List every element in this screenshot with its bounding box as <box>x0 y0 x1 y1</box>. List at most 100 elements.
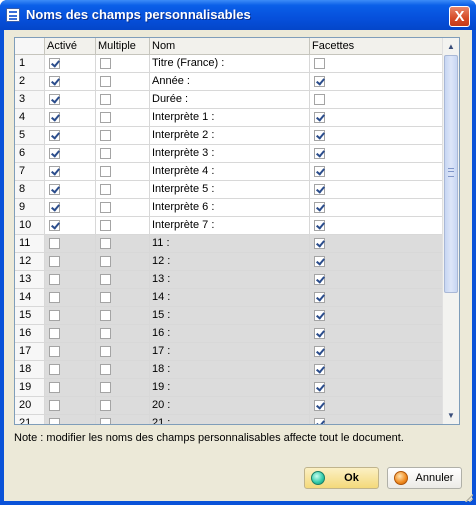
multiple-checkbox[interactable] <box>100 400 111 411</box>
multiple-checkbox[interactable] <box>100 220 111 231</box>
table-row[interactable]: 1 Titre (France) : <box>15 55 443 73</box>
ok-button[interactable]: Ok <box>304 467 379 489</box>
multiple-checkbox[interactable] <box>100 94 111 105</box>
field-name-cell[interactable]: Interprète 2 : <box>150 127 310 145</box>
field-name-cell[interactable]: 17 : <box>150 343 310 361</box>
field-name-cell[interactable]: 19 : <box>150 379 310 397</box>
facettes-checkbox[interactable] <box>314 418 325 424</box>
table-row[interactable]: 14 14 : <box>15 289 443 307</box>
facettes-checkbox[interactable] <box>314 94 325 105</box>
table-row[interactable]: 11 11 : <box>15 235 443 253</box>
field-name-cell[interactable]: Titre (France) : <box>150 55 310 73</box>
table-row[interactable]: 8 Interprète 5 : <box>15 181 443 199</box>
facettes-checkbox[interactable] <box>314 202 325 213</box>
active-checkbox[interactable] <box>49 274 60 285</box>
field-name-cell[interactable]: 21 : <box>150 415 310 424</box>
header-active[interactable]: Activé <box>45 38 96 54</box>
multiple-checkbox[interactable] <box>100 382 111 393</box>
facettes-checkbox[interactable] <box>314 256 325 267</box>
facettes-checkbox[interactable] <box>314 184 325 195</box>
scroll-up-button[interactable]: ▲ <box>443 38 459 55</box>
multiple-checkbox[interactable] <box>100 346 111 357</box>
header-multiple[interactable]: Multiple <box>96 38 150 54</box>
field-name-cell[interactable]: 11 : <box>150 235 310 253</box>
facettes-checkbox[interactable] <box>314 274 325 285</box>
resize-grip-icon[interactable] <box>463 492 473 502</box>
multiple-checkbox[interactable] <box>100 76 111 87</box>
table-row[interactable]: 15 15 : <box>15 307 443 325</box>
header-name[interactable]: Nom <box>150 38 310 54</box>
header-number[interactable] <box>15 38 45 54</box>
table-row[interactable]: 16 16 : <box>15 325 443 343</box>
active-checkbox[interactable] <box>49 94 60 105</box>
vertical-scrollbar[interactable]: ▲ ▼ <box>442 38 459 424</box>
table-row[interactable]: 6 Interprète 3 : <box>15 145 443 163</box>
active-checkbox[interactable] <box>49 220 60 231</box>
field-name-cell[interactable]: Interprète 1 : <box>150 109 310 127</box>
field-name-cell[interactable]: Interprète 5 : <box>150 181 310 199</box>
facettes-checkbox[interactable] <box>314 238 325 249</box>
active-checkbox[interactable] <box>49 382 60 393</box>
close-button[interactable]: X <box>449 6 470 27</box>
multiple-checkbox[interactable] <box>100 256 111 267</box>
table-row[interactable]: 20 20 : <box>15 397 443 415</box>
table-row[interactable]: 3 Durée : <box>15 91 443 109</box>
active-checkbox[interactable] <box>49 256 60 267</box>
table-row[interactable]: 2 Année : <box>15 73 443 91</box>
active-checkbox[interactable] <box>49 346 60 357</box>
multiple-checkbox[interactable] <box>100 166 111 177</box>
active-checkbox[interactable] <box>49 202 60 213</box>
table-row[interactable]: 17 17 : <box>15 343 443 361</box>
table-row[interactable]: 4 Interprète 1 : <box>15 109 443 127</box>
table-row[interactable]: 13 13 : <box>15 271 443 289</box>
active-checkbox[interactable] <box>49 58 60 69</box>
active-checkbox[interactable] <box>49 184 60 195</box>
facettes-checkbox[interactable] <box>314 328 325 339</box>
multiple-checkbox[interactable] <box>100 328 111 339</box>
field-name-cell[interactable]: Année : <box>150 73 310 91</box>
facettes-checkbox[interactable] <box>314 310 325 321</box>
active-checkbox[interactable] <box>49 292 60 303</box>
field-name-cell[interactable]: 14 : <box>150 289 310 307</box>
facettes-checkbox[interactable] <box>314 148 325 159</box>
multiple-checkbox[interactable] <box>100 310 111 321</box>
active-checkbox[interactable] <box>49 400 60 411</box>
multiple-checkbox[interactable] <box>100 184 111 195</box>
cancel-button[interactable]: Annuler <box>387 467 462 489</box>
active-checkbox[interactable] <box>49 238 60 249</box>
active-checkbox[interactable] <box>49 418 60 424</box>
active-checkbox[interactable] <box>49 310 60 321</box>
active-checkbox[interactable] <box>49 166 60 177</box>
header-facettes[interactable]: Facettes <box>310 38 443 54</box>
table-row[interactable]: 21 21 : <box>15 415 443 424</box>
field-name-cell[interactable]: Interprète 3 : <box>150 145 310 163</box>
multiple-checkbox[interactable] <box>100 148 111 159</box>
table-row[interactable]: 18 18 : <box>15 361 443 379</box>
facettes-checkbox[interactable] <box>314 76 325 87</box>
facettes-checkbox[interactable] <box>314 166 325 177</box>
active-checkbox[interactable] <box>49 148 60 159</box>
multiple-checkbox[interactable] <box>100 274 111 285</box>
field-name-cell[interactable]: 16 : <box>150 325 310 343</box>
field-name-cell[interactable]: 15 : <box>150 307 310 325</box>
facettes-checkbox[interactable] <box>314 130 325 141</box>
facettes-checkbox[interactable] <box>314 400 325 411</box>
multiple-checkbox[interactable] <box>100 292 111 303</box>
scroll-thumb[interactable] <box>444 55 458 293</box>
field-name-cell[interactable]: 12 : <box>150 253 310 271</box>
active-checkbox[interactable] <box>49 76 60 87</box>
field-name-cell[interactable]: 20 : <box>150 397 310 415</box>
facettes-checkbox[interactable] <box>314 220 325 231</box>
field-name-cell[interactable]: 13 : <box>150 271 310 289</box>
table-row[interactable]: 12 12 : <box>15 253 443 271</box>
multiple-checkbox[interactable] <box>100 58 111 69</box>
multiple-checkbox[interactable] <box>100 112 111 123</box>
table-row[interactable]: 7 Interprète 4 : <box>15 163 443 181</box>
facettes-checkbox[interactable] <box>314 58 325 69</box>
active-checkbox[interactable] <box>49 328 60 339</box>
facettes-checkbox[interactable] <box>314 382 325 393</box>
facettes-checkbox[interactable] <box>314 112 325 123</box>
field-name-cell[interactable]: Interprète 7 : <box>150 217 310 235</box>
scroll-down-button[interactable]: ▼ <box>443 407 459 424</box>
title-bar[interactable]: Noms des champs personnalisables X <box>0 0 476 30</box>
